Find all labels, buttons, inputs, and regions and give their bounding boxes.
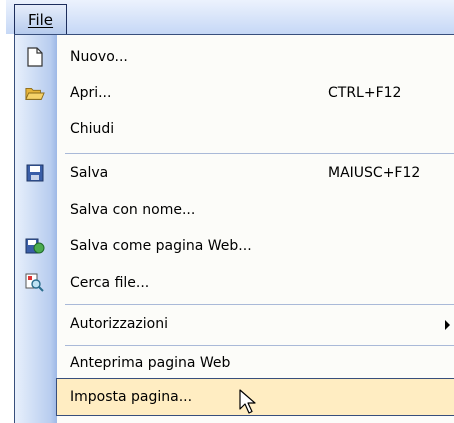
menu-separator <box>65 153 454 154</box>
submenu-arrow-icon <box>445 320 450 330</box>
menu-item-label: Autorizzazioni <box>70 316 168 332</box>
menu-separator <box>65 304 454 305</box>
menu-item-nuovo[interactable]: Nuovo... <box>15 39 454 75</box>
menu-item-label: Salva con nome... <box>70 202 196 218</box>
menu-item-label: Nuovo... <box>70 49 128 65</box>
save-web-page-icon <box>25 236 45 256</box>
mouse-cursor-icon <box>239 389 257 419</box>
open-folder-icon <box>25 83 45 103</box>
menu-item-label: Cerca file... <box>70 275 150 291</box>
menu-item-salva[interactable]: Salva MAIUSC+F12 <box>15 155 454 191</box>
menu-item-label: Chiudi <box>70 121 115 137</box>
file-menu-label: File <box>27 10 54 29</box>
menu-item-autorizzazioni[interactable]: Autorizzazioni <box>15 306 454 342</box>
menu-item-salva-con-nome[interactable]: Salva con nome... <box>15 192 454 228</box>
menu-item-shortcut: MAIUSC+F12 <box>328 165 421 181</box>
menu-item-chiudi[interactable]: Chiudi <box>15 111 454 147</box>
menu-item-shortcut: CTRL+F12 <box>328 85 402 101</box>
menu-item-label: Imposta pagina... <box>70 389 193 405</box>
search-file-icon <box>25 273 45 293</box>
menu-item-imposta-pagina[interactable]: Imposta pagina... <box>15 379 454 415</box>
menu-item-anteprima-web[interactable]: Anteprima pagina Web <box>15 345 454 381</box>
file-dropdown-menu: Nuovo... Apri... CTRL+F12 Chiudi Salva M… <box>14 34 454 423</box>
save-disk-icon <box>25 163 45 183</box>
file-menu-button[interactable]: File <box>14 4 67 34</box>
menu-item-label: Apri... <box>70 85 112 101</box>
menu-item-label: Anteprima pagina Web <box>70 355 231 371</box>
menu-item-label: Salva <box>70 165 109 181</box>
menu-item-cerca-file[interactable]: Cerca file... <box>15 265 454 301</box>
menu-item-salva-web[interactable]: Salva come pagina Web... <box>15 228 454 264</box>
menu-item-label: Salva come pagina Web... <box>70 238 252 254</box>
new-document-icon <box>25 47 45 67</box>
menu-bar: File <box>6 0 454 34</box>
menu-item-apri[interactable]: Apri... CTRL+F12 <box>15 75 454 111</box>
